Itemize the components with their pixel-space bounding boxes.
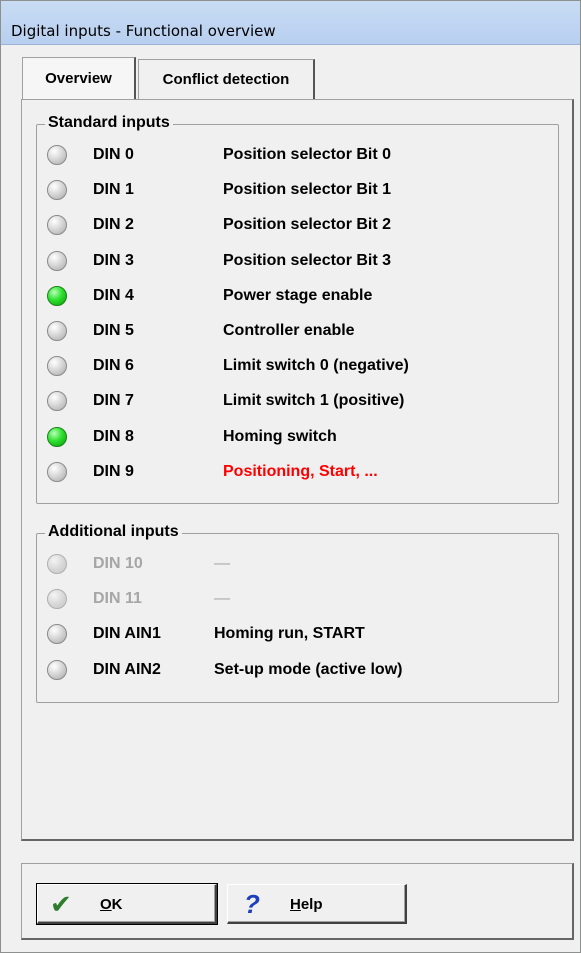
input-name: DIN 4	[93, 286, 134, 304]
status-led-icon	[47, 659, 67, 680]
input-function: Position selector Bit 1	[223, 181, 392, 199]
input-function: Limit switch 1 (positive)	[223, 392, 405, 410]
input-name: DIN 3	[93, 251, 134, 269]
input-function: Power stage enable	[223, 286, 373, 304]
input-function: —	[214, 590, 230, 608]
input-name: DIN 5	[93, 322, 134, 339]
checkmark-icon: ✔	[50, 889, 72, 919]
input-name: DIN 7	[93, 392, 134, 410]
status-led-icon	[47, 145, 67, 165]
input-row: DIN 9 Positioning, Start, ...	[37, 455, 558, 490]
status-led-icon	[47, 180, 67, 201]
input-row: DIN 10 —	[37, 547, 558, 582]
input-row: DIN 2 Position selector Bit 2	[37, 208, 558, 243]
dialog-window: Digital inputs - Functional overview Ove…	[0, 0, 581, 953]
input-name: DIN AIN2	[93, 660, 161, 678]
input-name: DIN AIN1	[93, 625, 161, 643]
input-row: DIN 0 Position selector Bit 0	[37, 138, 558, 173]
ok-button-label: OK	[100, 896, 123, 913]
help-button[interactable]: ? Help	[227, 884, 407, 924]
input-function: Position selector Bit 2	[223, 216, 392, 234]
tab-strip: Overview Conflict detection	[1, 57, 580, 100]
input-name: DIN 8	[93, 427, 134, 445]
overview-panel: Standard inputs DIN 0 Position selector B…	[21, 99, 574, 841]
input-function: Limit switch 0 (negative)	[223, 357, 409, 375]
tab-conflict-detection[interactable]: Conflict detection	[138, 59, 315, 99]
status-led-icon	[47, 356, 67, 377]
input-name: DIN 11	[93, 590, 142, 608]
input-row: DIN AIN1 Homing run, START	[37, 617, 558, 652]
status-led-icon	[47, 426, 67, 447]
standard-inputs-title: Standard inputs	[45, 114, 173, 132]
status-led-icon	[47, 461, 67, 482]
question-icon: ?	[244, 889, 260, 919]
additional-inputs-group: Additional inputs DIN 10 — DIN 11 — DIN AIN1…	[36, 523, 559, 703]
status-led-icon	[47, 589, 67, 610]
status-led-icon	[47, 391, 67, 412]
input-name: DIN 10	[93, 555, 143, 572]
input-name: DIN 0	[93, 146, 134, 163]
input-name: DIN 1	[93, 181, 134, 199]
input-function: Controller enable	[223, 322, 355, 339]
title-bar[interactable]: Digital inputs - Functional overview	[1, 1, 580, 45]
input-name: DIN 2	[93, 216, 134, 234]
input-name: DIN 6	[93, 357, 134, 375]
input-function: —	[214, 555, 230, 572]
input-row: DIN 1 Position selector Bit 1	[37, 173, 558, 208]
input-row: DIN 11 —	[37, 582, 558, 617]
tab-overview[interactable]: Overview	[22, 57, 136, 99]
input-function: Position selector Bit 0	[223, 146, 392, 163]
ok-button[interactable]: ✔ OK	[36, 883, 218, 925]
status-led-icon	[47, 624, 67, 645]
status-led-icon	[47, 215, 67, 236]
status-led-icon	[47, 285, 67, 306]
button-bar: ✔ OK ? Help	[21, 863, 574, 940]
tab-conflict-detection-label: Conflict detection	[162, 71, 290, 88]
window-title: Digital inputs - Functional overview	[11, 22, 276, 40]
input-row: DIN 3 Position selector Bit 3	[37, 244, 558, 279]
standard-inputs-group: Standard inputs DIN 0 Position selector B…	[36, 114, 559, 504]
input-function: Homing switch	[223, 427, 337, 445]
input-row: DIN 8 Homing switch	[37, 420, 558, 455]
input-function: Set-up mode (active low)	[214, 660, 403, 678]
input-row: DIN 7 Limit switch 1 (positive)	[37, 384, 558, 419]
additional-inputs-title: Additional inputs	[45, 523, 182, 541]
input-function: Position selector Bit 3	[223, 251, 392, 269]
status-led-icon	[47, 554, 67, 574]
status-led-icon	[47, 250, 67, 271]
input-row: DIN AIN2 Set-up mode (active low)	[37, 653, 558, 688]
input-row: DIN 6 Limit switch 0 (negative)	[37, 349, 558, 384]
input-row: DIN 4 Power stage enable	[37, 279, 558, 314]
status-led-icon	[47, 321, 67, 341]
input-name: DIN 9	[93, 462, 134, 480]
input-row: DIN 5 Controller enable	[37, 314, 558, 349]
input-function: Positioning, Start, ...	[223, 462, 378, 480]
tab-overview-label: Overview	[45, 70, 112, 87]
help-button-label: Help	[290, 896, 323, 913]
input-function: Homing run, START	[214, 625, 365, 643]
